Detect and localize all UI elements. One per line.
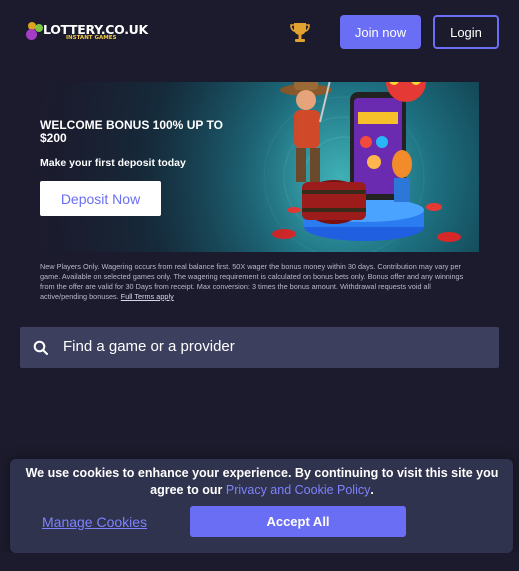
join-now-button[interactable]: Join now bbox=[340, 15, 421, 49]
search-input[interactable]: Find a game or a provider bbox=[63, 338, 235, 355]
cookie-consent-banner: We use cookies to enhance your experienc… bbox=[10, 459, 513, 553]
terms-text: New Players Only. Wagering occurs from r… bbox=[40, 262, 464, 301]
site-logo[interactable]: LOTTERY.CO.UK INSTANT GAMES bbox=[26, 20, 148, 44]
login-button[interactable]: Login bbox=[433, 15, 499, 49]
deposit-now-button[interactable]: Deposit Now bbox=[40, 181, 161, 216]
promo-subtitle: Make your first deposit today bbox=[40, 157, 186, 169]
accept-all-button[interactable]: Accept All bbox=[190, 506, 406, 537]
manage-cookies-link[interactable]: Manage Cookies bbox=[42, 514, 147, 530]
lottery-balls-icon bbox=[26, 22, 44, 42]
logo-subtitle: INSTANT GAMES bbox=[66, 35, 117, 41]
full-terms-link[interactable]: Full Terms apply bbox=[121, 292, 174, 301]
trophy-icon[interactable] bbox=[289, 21, 311, 43]
cookie-message: We use cookies to enhance your experienc… bbox=[25, 466, 499, 497]
site-header: LOTTERY.CO.UK INSTANT GAMES Join now Log… bbox=[0, 0, 519, 64]
promo-title: WELCOME BONUS 100% UP TO $200 bbox=[40, 118, 223, 145]
bonus-terms: New Players Only. Wagering occurs from r… bbox=[40, 262, 475, 302]
privacy-policy-link[interactable]: Privacy and Cookie Policy bbox=[226, 483, 371, 497]
search-icon bbox=[33, 340, 49, 356]
promo-banner: WELCOME BONUS 100% UP TO $200 Make your … bbox=[40, 82, 479, 252]
page-footer-strip bbox=[0, 553, 519, 571]
